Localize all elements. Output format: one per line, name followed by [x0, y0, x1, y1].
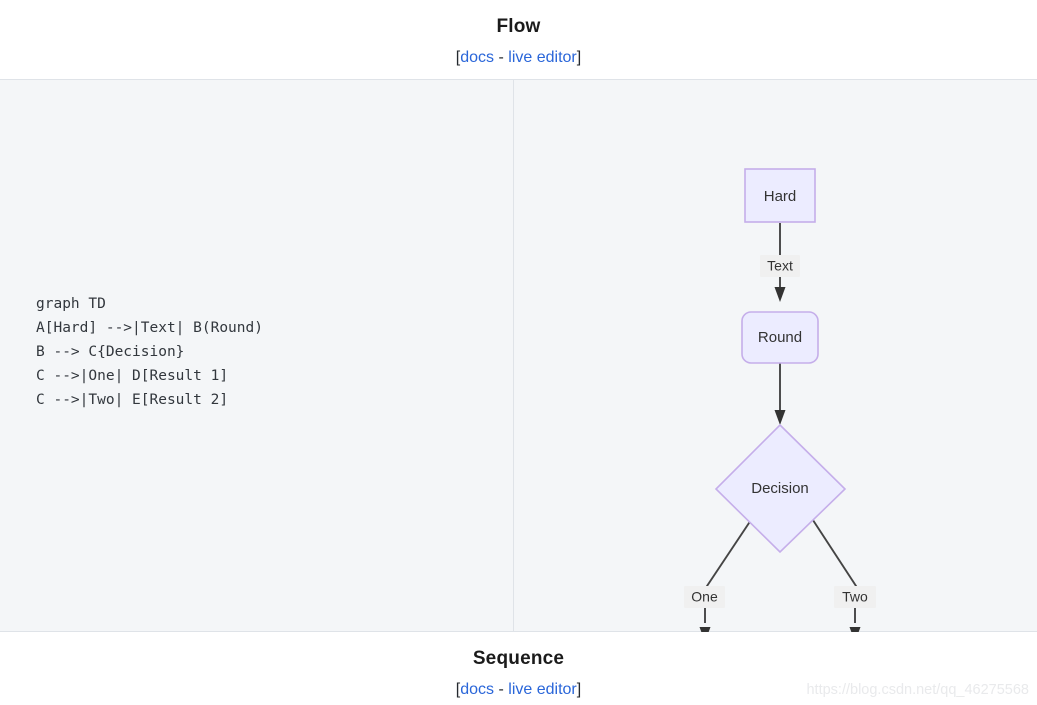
flow-docs-link[interactable]: docs	[460, 49, 494, 66]
flow-section-links: [docs - live editor]	[0, 36, 1037, 66]
edge-label-one-value: One	[691, 589, 718, 605]
flow-content-panel: graph TD A[Hard] -->|Text| B(Round) B --…	[0, 79, 1037, 632]
flow-live-editor-link[interactable]: live editor	[508, 49, 576, 66]
node-round-label: Round	[758, 329, 802, 346]
page-root: Flow [docs - live editor] graph TD A[Har…	[0, 0, 1037, 705]
links-separator: -	[494, 681, 509, 698]
edge-decision-to-result1	[699, 513, 756, 632]
node-decision-label: Decision	[751, 480, 809, 497]
sequence-live-editor-link[interactable]: live editor	[508, 681, 576, 698]
edge-label-one: One	[684, 586, 725, 608]
edge-label-text: Text	[760, 255, 800, 277]
edge-line	[704, 513, 756, 590]
close-bracket: ]	[576, 49, 582, 66]
edge-line	[808, 513, 859, 590]
flowchart-diagram: Text One Two Hard Round Decision	[514, 80, 1037, 632]
watermark-text: https://blog.csdn.net/qq_46275568	[806, 682, 1029, 698]
links-separator: -	[494, 49, 509, 66]
edge-label-two-value: Two	[842, 589, 868, 605]
flow-section-header: Flow [docs - live editor]	[0, 0, 1037, 79]
flowchart-svg: Text One Two Hard Round Decision	[684, 168, 876, 632]
node-decision[interactable]: Decision	[714, 423, 847, 554]
node-round[interactable]: Round	[741, 311, 819, 364]
sequence-section-title: Sequence	[472, 648, 565, 669]
node-hard[interactable]: Hard	[744, 168, 816, 223]
edge-label-two: Two	[834, 586, 876, 608]
mermaid-source-code[interactable]: graph TD A[Hard] -->|Text| B(Round) B --…	[36, 292, 263, 412]
code-pane: graph TD A[Hard] -->|Text| B(Round) B --…	[0, 80, 513, 632]
diagram-pane: Text One Two Hard Round Decision	[514, 80, 1037, 632]
edge-round-to-decision	[774, 363, 786, 425]
close-bracket: ]	[576, 681, 582, 698]
edge-arrowhead	[774, 287, 786, 302]
flow-section-title: Flow	[496, 16, 541, 37]
node-hard-label: Hard	[764, 188, 797, 205]
edge-decision-to-result2	[808, 513, 861, 632]
edge-label-text-value: Text	[767, 258, 793, 274]
edge-arrowhead	[774, 410, 786, 425]
sequence-docs-link[interactable]: docs	[460, 681, 494, 698]
